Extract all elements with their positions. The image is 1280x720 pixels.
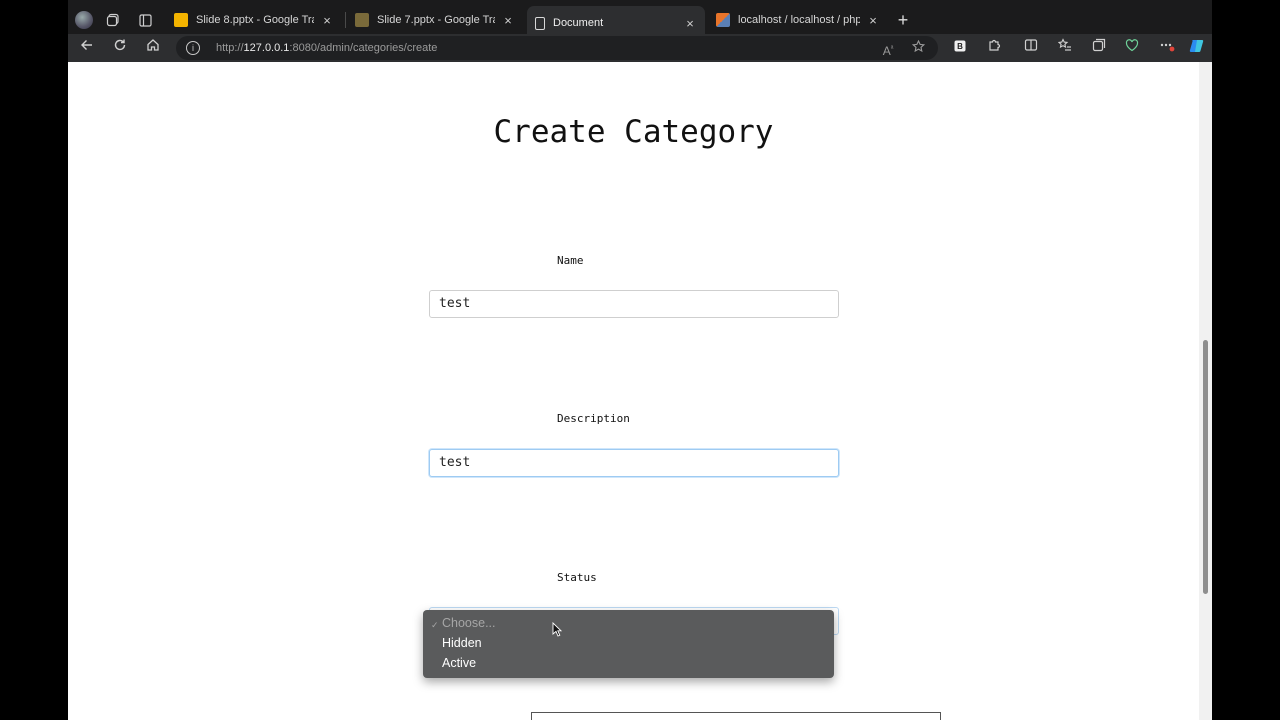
reload-icon[interactable] xyxy=(109,37,131,59)
extension-b-icon[interactable]: B xyxy=(949,37,971,59)
home-icon[interactable] xyxy=(142,37,164,59)
scrollbar-thumb[interactable] xyxy=(1203,340,1208,594)
svg-text:B: B xyxy=(957,42,963,51)
favorite-star-icon[interactable] xyxy=(908,39,928,59)
checkmark-icon: ✓ xyxy=(431,620,439,630)
url-text: http://127.0.0.1:8080/admin/categories/c… xyxy=(216,42,437,54)
page-scrollbar[interactable] xyxy=(1199,62,1212,720)
tab-title: Slide 7.pptx - Google Trang trì xyxy=(377,14,495,26)
favorites-list-icon[interactable] xyxy=(1054,37,1076,59)
phpmyadmin-icon xyxy=(716,13,730,27)
split-screen-icon[interactable] xyxy=(1020,37,1042,59)
url-scheme: http:// xyxy=(216,42,244,54)
page-content: Create Category Name test Description te… xyxy=(68,62,1199,720)
tab-title: localhost / localhost / php1_as xyxy=(738,14,860,26)
status-label: Status xyxy=(557,571,597,584)
description-label: Description xyxy=(557,412,630,425)
address-bar[interactable]: i http://127.0.0.1:8080/admin/categories… xyxy=(176,36,938,60)
close-icon[interactable]: × xyxy=(320,13,334,28)
extensions-puzzle-icon[interactable] xyxy=(983,37,1005,59)
read-aloud-icon[interactable]: Aᵃ xyxy=(878,39,898,59)
site-info-icon[interactable]: i xyxy=(186,41,200,55)
tab-slide-7[interactable]: Slide 7.pptx - Google Trang trì × xyxy=(347,6,523,34)
tab-actions-icon[interactable] xyxy=(134,9,156,31)
url-path: :8080/admin/categories/create xyxy=(289,42,438,54)
url-host: 127.0.0.1 xyxy=(243,42,290,54)
description-input[interactable]: test xyxy=(429,449,839,477)
status-dropdown-menu: ✓ Choose... Hidden Active xyxy=(423,610,834,678)
browser-window: Slide 8.pptx - Google Trang trì × Slide … xyxy=(68,0,1212,720)
mouse-cursor-icon xyxy=(552,621,563,642)
status-option-placeholder[interactable]: Choose... xyxy=(442,614,496,632)
new-tab-button[interactable]: + xyxy=(892,9,914,31)
back-arrow-icon[interactable] xyxy=(76,37,98,59)
tab-divider xyxy=(345,12,346,28)
copilot-icon[interactable] xyxy=(1186,37,1208,59)
slides-icon xyxy=(174,13,188,27)
tab-phpmyadmin[interactable]: localhost / localhost / php1_as × xyxy=(708,6,888,34)
slides-icon xyxy=(355,13,369,27)
browser-essentials-icon[interactable] xyxy=(1121,37,1143,59)
close-icon[interactable]: × xyxy=(501,13,515,28)
tab-title: Slide 8.pptx - Google Trang trì xyxy=(196,14,314,26)
navigation-bar: i http://127.0.0.1:8080/admin/categories… xyxy=(68,34,1212,62)
profile-avatar[interactable] xyxy=(75,11,93,29)
tab-title: Document xyxy=(553,17,604,29)
close-icon[interactable]: × xyxy=(683,16,697,31)
settings-more-icon[interactable] xyxy=(1156,37,1178,59)
page-title: Create Category xyxy=(493,114,774,150)
status-option-hidden[interactable]: Hidden xyxy=(442,634,482,652)
close-icon[interactable]: × xyxy=(866,13,880,28)
document-icon xyxy=(535,16,545,30)
name-input[interactable]: test xyxy=(429,290,839,318)
name-label: Name xyxy=(557,254,584,267)
submit-button[interactable] xyxy=(531,712,941,720)
workspaces-icon[interactable] xyxy=(102,9,124,31)
status-option-active[interactable]: Active xyxy=(442,654,476,672)
collections-icon[interactable] xyxy=(1088,37,1110,59)
tab-slide-8[interactable]: Slide 8.pptx - Google Trang trì × xyxy=(166,6,342,34)
